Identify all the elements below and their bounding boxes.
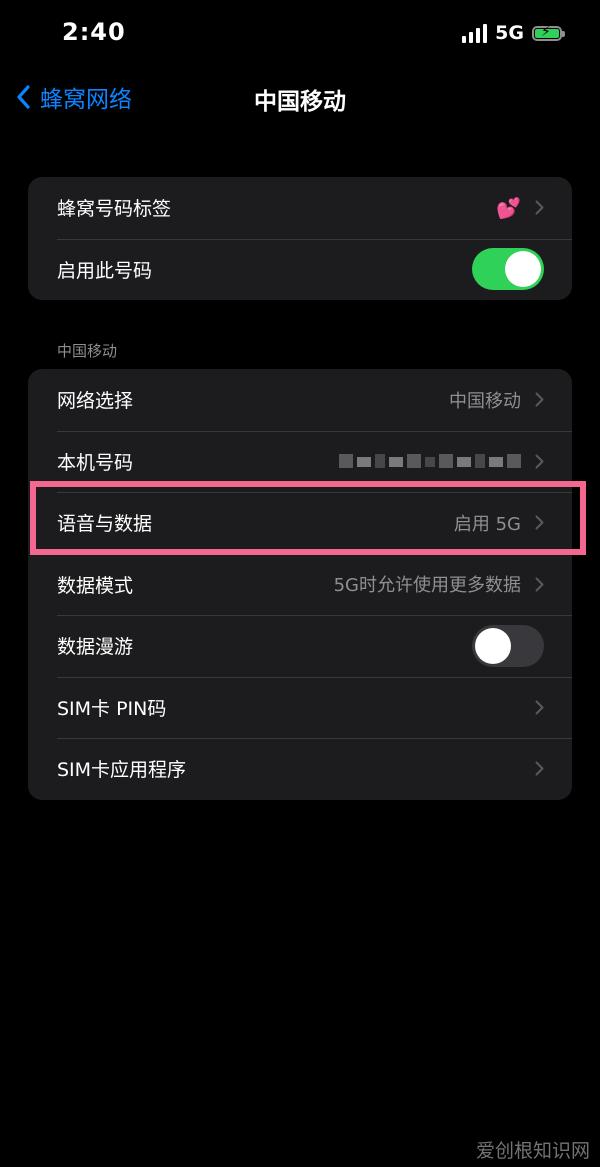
chevron-right-icon: [535, 200, 544, 215]
chevron-right-icon: [535, 700, 544, 715]
row-value: 5G时允许使用更多数据: [333, 575, 521, 597]
row-network-selection[interactable]: 网络选择 中国移动: [28, 369, 572, 431]
row-label: 本机号码: [57, 451, 134, 474]
watermark: 爱创根知识网: [475, 1140, 590, 1162]
data-roaming-toggle[interactable]: [472, 624, 544, 667]
hearts-emoji-icon: 💕: [496, 195, 521, 220]
row-label: 数据漫游: [57, 636, 134, 659]
row-sim-applications[interactable]: SIM卡应用程序: [28, 738, 572, 800]
section-header: 中国移动: [57, 342, 118, 360]
row-data-roaming: 数据漫游: [28, 615, 572, 677]
network-type: 5G: [495, 22, 524, 44]
row-label: SIM卡 PIN码: [57, 697, 167, 720]
status-time: 2:40: [62, 18, 126, 46]
chevron-right-icon: [535, 761, 544, 776]
chevron-right-icon: [535, 454, 544, 469]
status-bar: 2:40 5G ⚡: [0, 0, 600, 70]
navigation-bar: 蜂窝网络 中国移动: [0, 70, 600, 126]
row-my-number[interactable]: 本机号码: [28, 430, 572, 493]
chevron-right-icon: [535, 577, 544, 592]
chevron-right-icon: [535, 392, 544, 407]
row-enable-number: 启用此号码: [28, 238, 572, 301]
row-number-label[interactable]: 蜂窝号码标签 💕: [28, 177, 572, 239]
page-title: 中国移动: [254, 89, 346, 115]
row-voice-and-data[interactable]: 语音与数据 启用 5G: [28, 492, 572, 554]
row-data-mode[interactable]: 数据模式 5G时允许使用更多数据: [28, 553, 572, 616]
status-indicators: 5G ⚡: [462, 22, 565, 44]
row-value: 中国移动: [449, 390, 521, 412]
row-label: 网络选择: [57, 390, 134, 413]
carrier-settings-group: 网络选择 中国移动 本机号码 语音与数据 启用 5G 数据模式 5G时允许使用更…: [28, 369, 572, 800]
chevron-right-icon: [535, 515, 544, 530]
row-sim-pin[interactable]: SIM卡 PIN码: [28, 676, 572, 739]
row-label: 数据模式: [57, 574, 134, 597]
number-settings-group: 蜂窝号码标签 💕 启用此号码: [28, 177, 572, 300]
row-value: 启用 5G: [453, 513, 521, 535]
row-label: 蜂窝号码标签: [57, 198, 172, 221]
row-label: 启用此号码: [57, 259, 153, 282]
cellular-signal-icon: [462, 23, 488, 43]
redacted-phone-number: [339, 454, 521, 469]
row-label: SIM卡应用程序: [57, 759, 187, 782]
enable-number-toggle[interactable]: [472, 248, 544, 291]
row-label: 语音与数据: [57, 513, 153, 536]
battery-charging-icon: ⚡: [532, 24, 565, 41]
